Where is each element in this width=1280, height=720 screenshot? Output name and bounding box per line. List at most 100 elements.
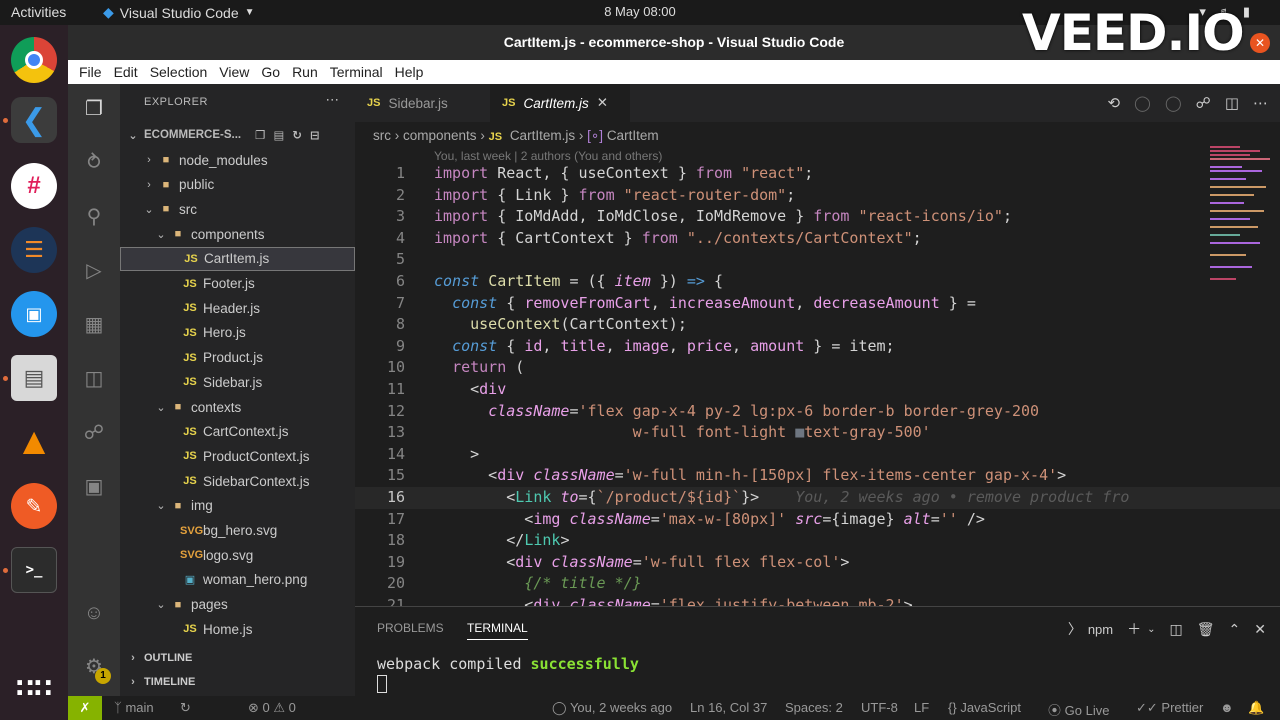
more-actions-icon[interactable]: ⋯	[326, 92, 340, 108]
menu-edit[interactable]: Edit	[108, 64, 144, 80]
new-folder-icon[interactable]: ▤	[273, 128, 284, 142]
breadcrumb-src[interactable]: src	[373, 128, 391, 143]
code-line[interactable]: 17 <img className='max-w-[80px]' src={im…	[355, 509, 1280, 531]
previous-change-icon[interactable]: ◯	[1134, 94, 1151, 112]
encoding[interactable]: UTF-8	[861, 700, 898, 715]
breadcrumb-symbol[interactable]: CartItem	[607, 128, 659, 143]
outline-section[interactable]: › OUTLINE	[120, 646, 355, 670]
files-icon[interactable]: ▤	[11, 355, 57, 401]
chevron-down-icon[interactable]: ⌄	[1147, 624, 1155, 635]
menu-terminal[interactable]: Terminal	[324, 64, 389, 80]
file-item[interactable]: JS Header.js	[120, 296, 355, 320]
breadcrumb-components[interactable]: components	[403, 128, 477, 143]
codelens-blame[interactable]: You, last week | 2 authors (You and othe…	[434, 149, 662, 163]
file-item[interactable]: JS Sidebar.js	[120, 370, 355, 394]
code-line[interactable]: 20 {/* title */}	[355, 573, 1280, 595]
tab-terminal[interactable]: TERMINAL	[467, 621, 528, 640]
minimap[interactable]	[1190, 144, 1280, 294]
file-item[interactable]: SVG logo.svg	[120, 543, 355, 567]
language-mode[interactable]: {} JavaScript	[948, 700, 1021, 715]
tab-cartitem-js[interactable]: JS CartItem.js ✕	[490, 84, 630, 122]
sync-icon[interactable]: ↻	[180, 700, 191, 716]
file-item[interactable]: JS Home.js	[120, 617, 355, 641]
terminal-icon[interactable]: >_	[11, 547, 57, 593]
slack-icon[interactable]: #	[11, 163, 57, 209]
menu-go[interactable]: Go	[255, 64, 286, 80]
menu-selection[interactable]: Selection	[144, 64, 214, 80]
close-panel-icon[interactable]: ✕	[1254, 621, 1266, 638]
folder-item[interactable]: ⌄ ■ components	[120, 222, 355, 246]
menu-view[interactable]: View	[213, 64, 255, 80]
code-line[interactable]: 8 useContext(CartContext);	[355, 314, 1280, 336]
next-change-icon[interactable]: ◯	[1165, 94, 1182, 112]
tab-sidebar-js[interactable]: JS Sidebar.js	[355, 84, 485, 122]
docker-icon[interactable]: ▣	[81, 474, 107, 500]
file-item[interactable]: JS Hero.js	[120, 321, 355, 345]
trash-icon[interactable]: 🗑	[1197, 621, 1215, 638]
refresh-icon[interactable]: ↻	[292, 128, 302, 142]
problems-status[interactable]: ⊗ 0 ⚠ 0	[248, 700, 296, 716]
source-control-icon[interactable]: ⥁	[81, 150, 107, 176]
code-line[interactable]: 5	[355, 249, 1280, 271]
code-line[interactable]: 14 >	[355, 444, 1280, 466]
timeline-section[interactable]: › TIMELINE	[120, 670, 355, 694]
code-line[interactable]: 3 import { IoMdAdd, IoMdClose, IoMdRemove…	[355, 206, 1280, 228]
folder-item[interactable]: ⌄ ■ src	[120, 197, 355, 221]
account-icon[interactable]: ☺	[81, 600, 107, 626]
remote-indicator-icon[interactable]: ✗	[68, 696, 102, 720]
menu-help[interactable]: Help	[389, 64, 430, 80]
code-line[interactable]: 19 <div className='w-full flex flex-col'…	[355, 552, 1280, 574]
maximize-panel-icon[interactable]: ⌃	[1229, 621, 1241, 638]
file-item[interactable]: JS CartItem.js	[120, 246, 355, 271]
new-file-icon[interactable]: ❐	[255, 128, 265, 142]
collapse-all-icon[interactable]: ⊟	[310, 128, 320, 142]
file-item[interactable]: JS SidebarContext.js	[120, 469, 355, 493]
file-item[interactable]: SVG bg_hero.svg	[120, 519, 355, 543]
git-compare-icon[interactable]: ☍	[1196, 94, 1211, 112]
folder-item[interactable]: ⌄ ■ contexts	[120, 395, 355, 419]
indentation[interactable]: Spaces: 2	[785, 700, 843, 715]
code-line[interactable]: 16 <Link to={`/product/${id}`}> You, 2 w…	[355, 487, 1280, 509]
menu-file[interactable]: File	[73, 64, 108, 80]
feedback-icon[interactable]: ☻	[1220, 700, 1234, 715]
code-line[interactable]: 11 <div	[355, 379, 1280, 401]
explorer-icon[interactable]: ❐	[81, 96, 107, 122]
git-graph-icon[interactable]: ☍	[81, 420, 107, 446]
more-actions-icon[interactable]: ⋯	[1253, 94, 1268, 112]
new-terminal-icon[interactable]: ＋	[1127, 619, 1141, 639]
breadcrumb-file[interactable]: CartItem.js	[510, 128, 575, 143]
prettier-status[interactable]: ✓✓ Prettier	[1136, 700, 1203, 716]
code-line[interactable]: 9 const { id, title, image, price, amoun…	[355, 336, 1280, 358]
remote-explorer-icon[interactable]: ◫	[81, 366, 107, 392]
blame-status[interactable]: ◯ You, 2 weeks ago	[552, 700, 672, 716]
branch-status[interactable]: ᛉ main	[114, 700, 154, 715]
docker-icon[interactable]: ▣	[11, 291, 57, 337]
notifications-icon[interactable]: 🔔	[1248, 700, 1264, 716]
split-terminal-icon[interactable]: ◫	[1170, 621, 1183, 638]
run-debug-icon[interactable]: ▷	[81, 258, 107, 284]
line-ending[interactable]: LF	[914, 700, 929, 715]
cursor-position[interactable]: Ln 16, Col 37	[690, 700, 767, 715]
code-line[interactable]: 12 className='flex gap-x-4 py-2 lg:px-6 …	[355, 401, 1280, 423]
file-item[interactable]: JS CartContext.js	[120, 420, 355, 444]
folder-item[interactable]: › ■ public	[120, 173, 355, 197]
folder-item[interactable]: › ■ node_modules	[120, 148, 355, 172]
split-editor-icon[interactable]: ◫	[1225, 94, 1239, 112]
code-line[interactable]: 1 import React, { useContext } from "reac…	[355, 163, 1280, 185]
close-window-icon[interactable]: ✕	[1250, 33, 1270, 53]
vlc-icon[interactable]: ▲	[11, 419, 57, 465]
thunderbird-icon[interactable]: ☰	[11, 227, 57, 273]
code-line[interactable]: 10 return (	[355, 357, 1280, 379]
code-line[interactable]: 4 import { CartContext } from "../context…	[355, 228, 1280, 250]
code-line[interactable]: 2 import { Link } from "react-router-dom"…	[355, 185, 1280, 207]
go-live-button[interactable]: ⦿ Go Live	[1048, 700, 1109, 719]
folder-item[interactable]: ⌄ ■ img	[120, 494, 355, 518]
postman-icon[interactable]: ✎	[11, 483, 57, 529]
terminal-name[interactable]: npm	[1088, 622, 1113, 637]
project-root[interactable]: ⌄ ECOMMERCE-S... ❐ ▤ ↻ ⊟	[120, 123, 355, 147]
extensions-icon[interactable]: ▦	[81, 312, 107, 338]
terminal-output[interactable]: webpack compiled successfully	[377, 655, 639, 673]
file-item[interactable]: JS ProductContext.js	[120, 444, 355, 468]
code-line[interactable]: 18 </Link>	[355, 530, 1280, 552]
show-apps-icon[interactable]: ∷∷	[11, 665, 57, 711]
